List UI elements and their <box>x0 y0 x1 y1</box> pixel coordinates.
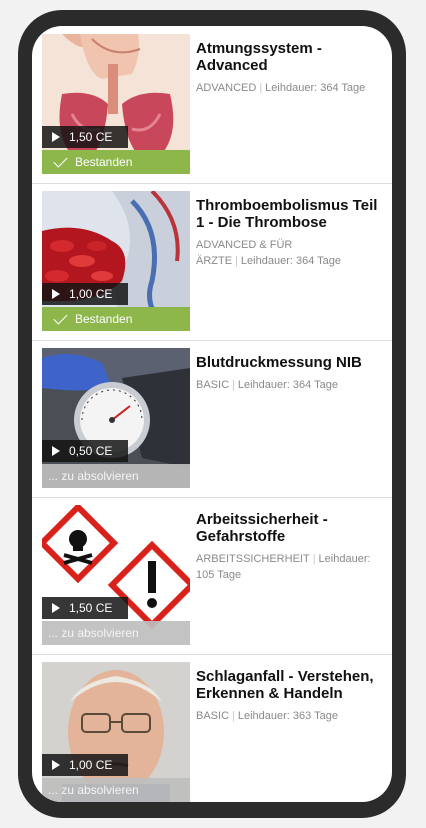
course-list[interactable]: 1,50 CE Bestanden Atmungssystem - Advanc… <box>32 26 392 802</box>
meta-separator: | <box>259 82 263 94</box>
course-duration: Leihdauer: 363 Tage <box>237 710 338 722</box>
course-info: Thromboembolismus Teil 1 - Die Thrombose… <box>196 197 388 269</box>
ce-value: 1,00 CE <box>69 758 113 772</box>
course-meta: BASIC | Leihdauer: 363 Tage <box>196 708 388 724</box>
course-duration: Leihdauer: 364 Tage <box>265 82 366 94</box>
ce-badge: 1,00 CE <box>42 283 128 305</box>
course-title[interactable]: Thromboembolismus Teil 1 - Die Thrombose <box>196 197 388 231</box>
course-meta: BASIC | Leihdauer: 364 Tage <box>196 377 388 393</box>
course-level: ARBEITSSICHERHEIT <box>196 553 310 565</box>
course-duration: Leihdauer: 364 Tage <box>237 379 338 391</box>
meta-separator: | <box>312 553 316 565</box>
ce-badge: 1,50 CE <box>42 597 128 619</box>
course-meta: ADVANCED & FÜR ÄRZTE | Leihdauer: 364 Tage <box>196 237 388 269</box>
ce-badge: 0,50 CE <box>42 440 128 462</box>
play-icon <box>52 760 60 770</box>
course-duration: Leihdauer: 364 Tage <box>240 255 342 267</box>
phone-frame: 1,50 CE Bestanden Atmungssystem - Advanc… <box>18 10 406 818</box>
course-thumbnail[interactable]: 1,50 CE Bestanden <box>42 34 190 174</box>
course-title[interactable]: Blutdruckmessung NIB <box>196 354 388 371</box>
ce-badge: 1,00 CE <box>42 754 128 776</box>
course-info: Atmungssystem - Advanced ADVANCED | Leihda… <box>196 40 388 96</box>
course-info: Arbeitssicherheit - Gefahrstoffe ARBEITS… <box>196 511 388 583</box>
course-level: BASIC <box>196 379 230 391</box>
status-bar-passed: Bestanden <box>42 307 190 331</box>
course-item-blutdruckmessung[interactable]: 0,50 CE ... zu absolvieren Blutdruckmess… <box>32 340 392 498</box>
checkmark-icon <box>53 309 68 325</box>
meta-separator: | <box>232 710 235 722</box>
course-thumbnail[interactable]: 1,00 CE Bestanden <box>42 191 190 331</box>
course-meta: ARBEITSSICHERHEIT | Leihdauer: 105 Tage <box>196 551 388 583</box>
status-bar-pending: ... zu absolvieren <box>42 464 190 488</box>
course-item-arbeitssicherheit[interactable]: 1,50 CE ... zu absolvieren Arbeitssicher… <box>32 497 392 655</box>
checkmark-icon <box>53 152 68 168</box>
status-label: ... zu absolvieren <box>48 783 139 797</box>
status-bar-passed: Bestanden <box>42 150 190 174</box>
ce-value: 1,00 CE <box>69 287 113 301</box>
course-level: ADVANCED <box>196 82 257 94</box>
ce-badge: 1,50 CE <box>42 126 128 148</box>
course-item-atmungssystem[interactable]: 1,50 CE Bestanden Atmungssystem - Advanc… <box>32 26 392 184</box>
meta-separator: | <box>235 255 238 267</box>
meta-separator: | <box>232 379 235 391</box>
course-info: Schlaganfall - Verstehen, Erkennen & Han… <box>196 668 388 724</box>
status-bar-pending: ... zu absolvieren <box>42 778 190 802</box>
play-icon <box>52 603 60 613</box>
course-title[interactable]: Atmungssystem - Advanced <box>196 40 388 74</box>
ce-value: 1,50 CE <box>69 130 113 144</box>
course-info: Blutdruckmessung NIB BASIC | Leihdauer: 36… <box>196 354 388 393</box>
status-bar-pending: ... zu absolvieren <box>42 621 190 645</box>
ce-value: 1,50 CE <box>69 601 113 615</box>
ce-value: 0,50 CE <box>69 444 113 458</box>
course-thumbnail[interactable]: 1,50 CE ... zu absolvieren <box>42 505 190 645</box>
course-meta: ADVANCED | Leihdauer: 364 Tage <box>196 80 388 96</box>
course-thumbnail[interactable]: 0,50 CE ... zu absolvieren <box>42 348 190 488</box>
play-icon <box>52 289 60 299</box>
course-item-thromboembolismus[interactable]: 1,00 CE Bestanden Thromboembolismus Teil… <box>32 183 392 341</box>
play-icon <box>52 446 60 456</box>
course-item-schlaganfall[interactable]: 1,00 CE ... zu absolvieren Schlaganfall … <box>32 654 392 802</box>
status-label: ... zu absolvieren <box>48 469 139 483</box>
status-label: Bestanden <box>75 155 133 169</box>
play-icon <box>52 132 60 142</box>
course-level: BASIC <box>196 710 230 722</box>
course-title[interactable]: Arbeitssicherheit - Gefahrstoffe <box>196 511 388 545</box>
course-title[interactable]: Schlaganfall - Verstehen, Erkennen & Han… <box>196 668 388 702</box>
course-thumbnail[interactable]: 1,00 CE ... zu absolvieren <box>42 662 190 802</box>
status-label: Bestanden <box>75 312 133 326</box>
status-label: ... zu absolvieren <box>48 626 139 640</box>
